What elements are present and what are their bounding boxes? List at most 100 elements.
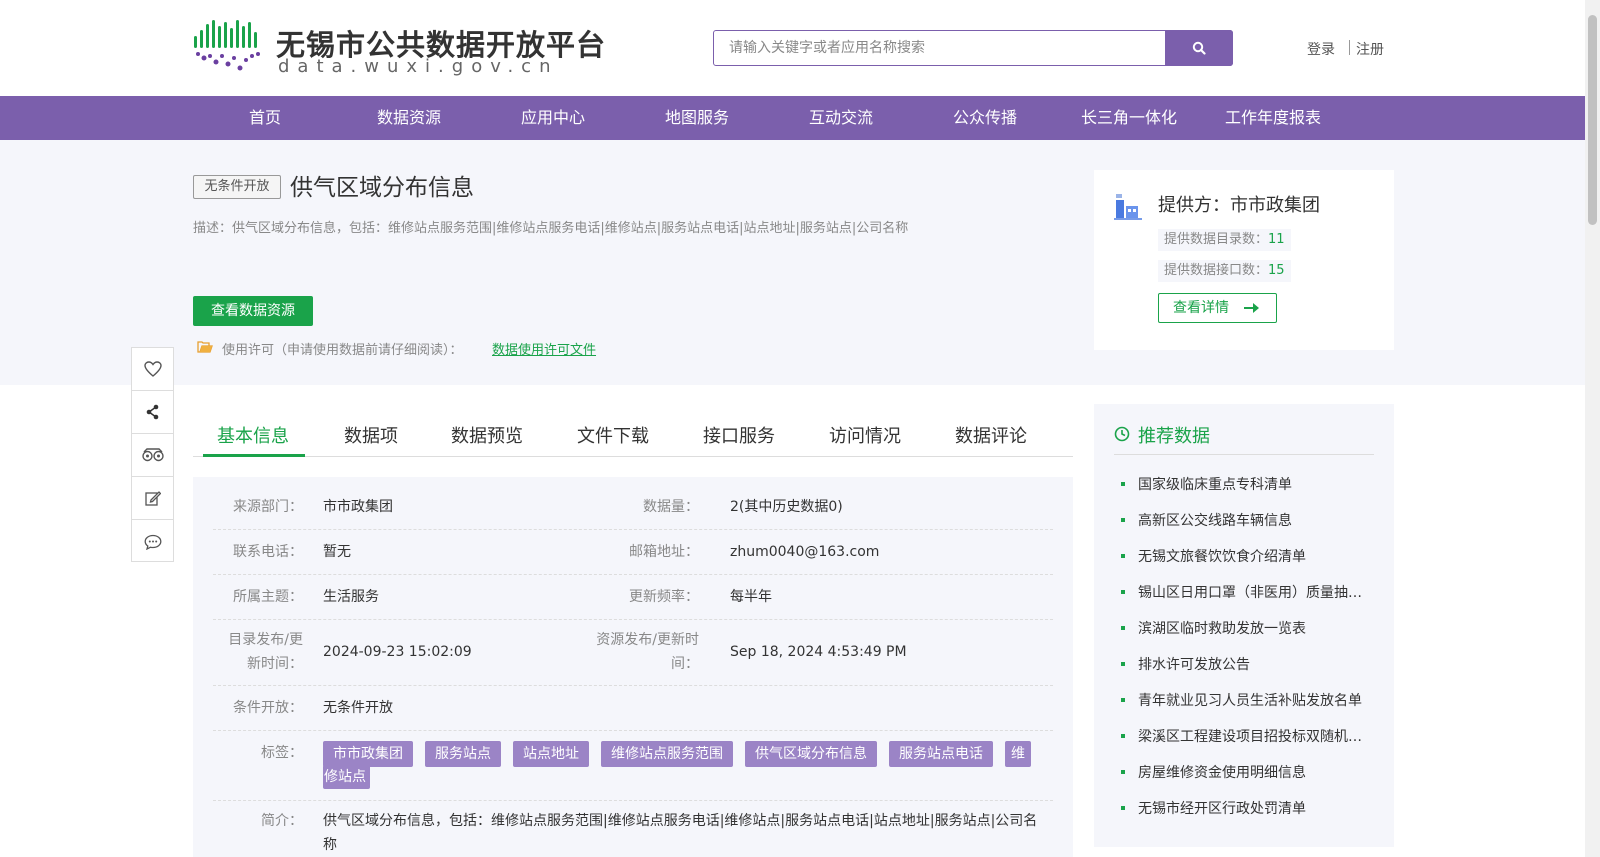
- tag-item[interactable]: 维: [1005, 741, 1031, 767]
- topic-label: 所属主题：: [233, 589, 303, 605]
- edit-button[interactable]: [132, 477, 173, 520]
- bullet-icon: [1121, 518, 1125, 522]
- recommend-title: 推荐数据: [1138, 426, 1210, 447]
- bullet-icon: [1121, 806, 1125, 810]
- folder-open-icon: [197, 341, 213, 353]
- info-row: 联系电话： 暂无 邮箱地址： zhum0040@163.com: [213, 530, 1053, 575]
- license-file-link[interactable]: 数据使用许可文件: [492, 339, 596, 358]
- recommend-item[interactable]: 梁溪区工程建设项目招投标双随机抽查: [1138, 726, 1366, 746]
- intro-value-line1: 供气区域分布信息，包括：维修站点服务范围|维修站点服务电话|维修站点|服务站点电…: [323, 813, 1038, 829]
- view-count-button[interactable]: [132, 434, 173, 477]
- api-count-label: 提供数据接口数：: [1164, 263, 1269, 278]
- catalog-count-label: 提供数据目录数：: [1164, 232, 1269, 247]
- resource-time-label: 资源发布/更新时 间：: [579, 628, 699, 676]
- resource-time-label-line2: 间：: [671, 656, 699, 672]
- intro-label: 简介：: [261, 813, 303, 829]
- nav-item-data-resources[interactable]: 数据资源: [337, 96, 481, 140]
- tab-data-items[interactable]: 数据项: [344, 422, 398, 448]
- search-input[interactable]: [714, 31, 1165, 65]
- tag-item[interactable]: 维修站点服务范围: [601, 741, 733, 767]
- recommend-item[interactable]: 排水许可发放公告: [1138, 654, 1366, 674]
- provider-api-count: 提供数据接口数：15: [1158, 260, 1291, 282]
- comment-button[interactable]: [132, 520, 173, 563]
- nav-item-map-service[interactable]: 地图服务: [625, 96, 769, 140]
- heart-icon: [143, 361, 162, 377]
- clock-icon: [1114, 426, 1130, 442]
- bullet-icon: [1121, 698, 1125, 702]
- site-logo[interactable]: 无锡市公共数据开放平台 data.wuxi.gov.cn: [192, 18, 605, 78]
- nav-item-yangtze-delta[interactable]: 长三角一体化: [1057, 96, 1201, 140]
- main-nav: 首页 数据资源 应用中心 地图服务 互动交流 公众传播 长三角一体化 工作年度报…: [0, 96, 1585, 140]
- provider-detail-label: 查看详情: [1173, 300, 1229, 316]
- nav-item-public-broadcast[interactable]: 公众传播: [913, 96, 1057, 140]
- share-icon: [146, 404, 158, 420]
- topic-value: 生活服务: [323, 589, 379, 605]
- tag-item[interactable]: 站点地址: [513, 741, 589, 767]
- register-link[interactable]: 注册: [1356, 39, 1384, 59]
- api-count-value: 15: [1268, 263, 1285, 278]
- view-data-resource-button[interactable]: 查看数据资源: [193, 296, 313, 326]
- resource-time-label-line1: 资源发布/更新时: [596, 632, 699, 648]
- tag-item-continued[interactable]: 修站点: [323, 765, 370, 789]
- share-button[interactable]: [132, 391, 173, 434]
- recommend-item[interactable]: 无锡文旅餐饮饮食介绍清单: [1138, 546, 1366, 566]
- page-scrollbar[interactable]: [1585, 0, 1600, 857]
- recommend-panel: 推荐数据 国家级临床重点专科清单 高新区公交线路车辆信息 无锡文旅餐饮饮食介绍清…: [1094, 404, 1394, 847]
- login-link[interactable]: 登录: [1307, 39, 1335, 59]
- recommend-item[interactable]: 无锡市经开区行政处罚清单: [1138, 798, 1366, 818]
- open-level-badge: 无条件开放: [193, 175, 281, 199]
- catalog-count-value: 11: [1268, 232, 1285, 247]
- source-dept-value: 市市政集团: [323, 499, 393, 515]
- recommend-item[interactable]: 高新区公交线路车辆信息: [1138, 510, 1366, 530]
- catalog-time-label-line1: 目录发布/更: [228, 632, 303, 648]
- nav-item-home[interactable]: 首页: [193, 96, 337, 140]
- active-tab-indicator: [203, 454, 305, 457]
- tab-access-stats[interactable]: 访问情况: [829, 422, 901, 448]
- recommend-item[interactable]: 锡山区日用口罩（非医用）质量抽检信息: [1138, 582, 1366, 602]
- license-text: 使用许可（申请使用数据前请仔细阅读）：: [222, 343, 463, 358]
- tab-data-comments[interactable]: 数据评论: [955, 422, 1027, 448]
- scrollbar-thumb[interactable]: [1588, 15, 1597, 225]
- tag-item[interactable]: 市市政集团: [323, 741, 413, 767]
- dataset-title: 供气区域分布信息: [290, 175, 474, 201]
- tag-item[interactable]: 服务站点电话: [889, 741, 993, 767]
- recommend-item[interactable]: 滨湖区临时救助发放一览表: [1138, 618, 1366, 638]
- recommend-item[interactable]: 房屋维修资金使用明细信息: [1138, 762, 1366, 782]
- tag-item[interactable]: 服务站点: [425, 741, 501, 767]
- tab-file-download[interactable]: 文件下载: [577, 422, 649, 448]
- catalog-time-label: 目录发布/更 新时间：: [213, 628, 303, 676]
- nav-item-annual-report[interactable]: 工作年度报表: [1201, 96, 1345, 140]
- search-icon: [1192, 41, 1206, 55]
- tab-basic-info[interactable]: 基本信息: [217, 422, 289, 448]
- info-row: 简介： 供气区域分布信息，包括：维修站点服务范围|维修站点服务电话|维修站点|服…: [213, 801, 1053, 857]
- favorite-button[interactable]: [132, 348, 173, 391]
- tag-item[interactable]: 供气区域分布信息: [745, 741, 877, 767]
- provider-card: 提供方：市市政集团 提供数据目录数：11 提供数据接口数：15 查看详情: [1094, 170, 1394, 350]
- tab-data-preview[interactable]: 数据预览: [451, 422, 523, 448]
- recommend-divider: [1114, 454, 1374, 455]
- tab-api-service[interactable]: 接口服务: [703, 422, 775, 448]
- info-row: 所属主题： 生活服务 更新频率： 每半年: [213, 575, 1053, 620]
- search-button[interactable]: [1165, 30, 1233, 66]
- provider-detail-button[interactable]: 查看详情: [1158, 293, 1277, 323]
- bullet-icon: [1121, 554, 1125, 558]
- info-row: 来源部门： 市市政集团 数据量： 2(其中历史数据0): [213, 485, 1053, 530]
- nav-item-app-center[interactable]: 应用中心: [481, 96, 625, 140]
- recommend-item[interactable]: 国家级临床重点专科清单: [1138, 474, 1366, 494]
- intro-value-line2: 称: [323, 837, 337, 853]
- basic-info-panel: 来源部门： 市市政集团 数据量： 2(其中历史数据0) 联系电话： 暂无 邮箱地…: [193, 477, 1073, 857]
- condition-label: 条件开放：: [233, 700, 303, 716]
- side-toolbar: [131, 347, 174, 562]
- bullet-icon: [1121, 770, 1125, 774]
- phone-value: 暂无: [323, 544, 351, 560]
- bullet-icon: [1121, 626, 1125, 630]
- catalog-time-label-line2: 新时间：: [247, 656, 303, 672]
- provider-name: 提供方：市市政集团: [1158, 195, 1320, 216]
- recommend-item[interactable]: 青年就业见习人员生活补贴发放名单: [1138, 690, 1366, 710]
- edit-icon: [144, 491, 161, 506]
- data-volume-value: 2(其中历史数据0): [730, 499, 843, 515]
- email-label: 邮箱地址：: [629, 544, 699, 560]
- bullet-icon: [1121, 662, 1125, 666]
- condition-value: 无条件开放: [323, 700, 393, 716]
- nav-item-interaction[interactable]: 互动交流: [769, 96, 913, 140]
